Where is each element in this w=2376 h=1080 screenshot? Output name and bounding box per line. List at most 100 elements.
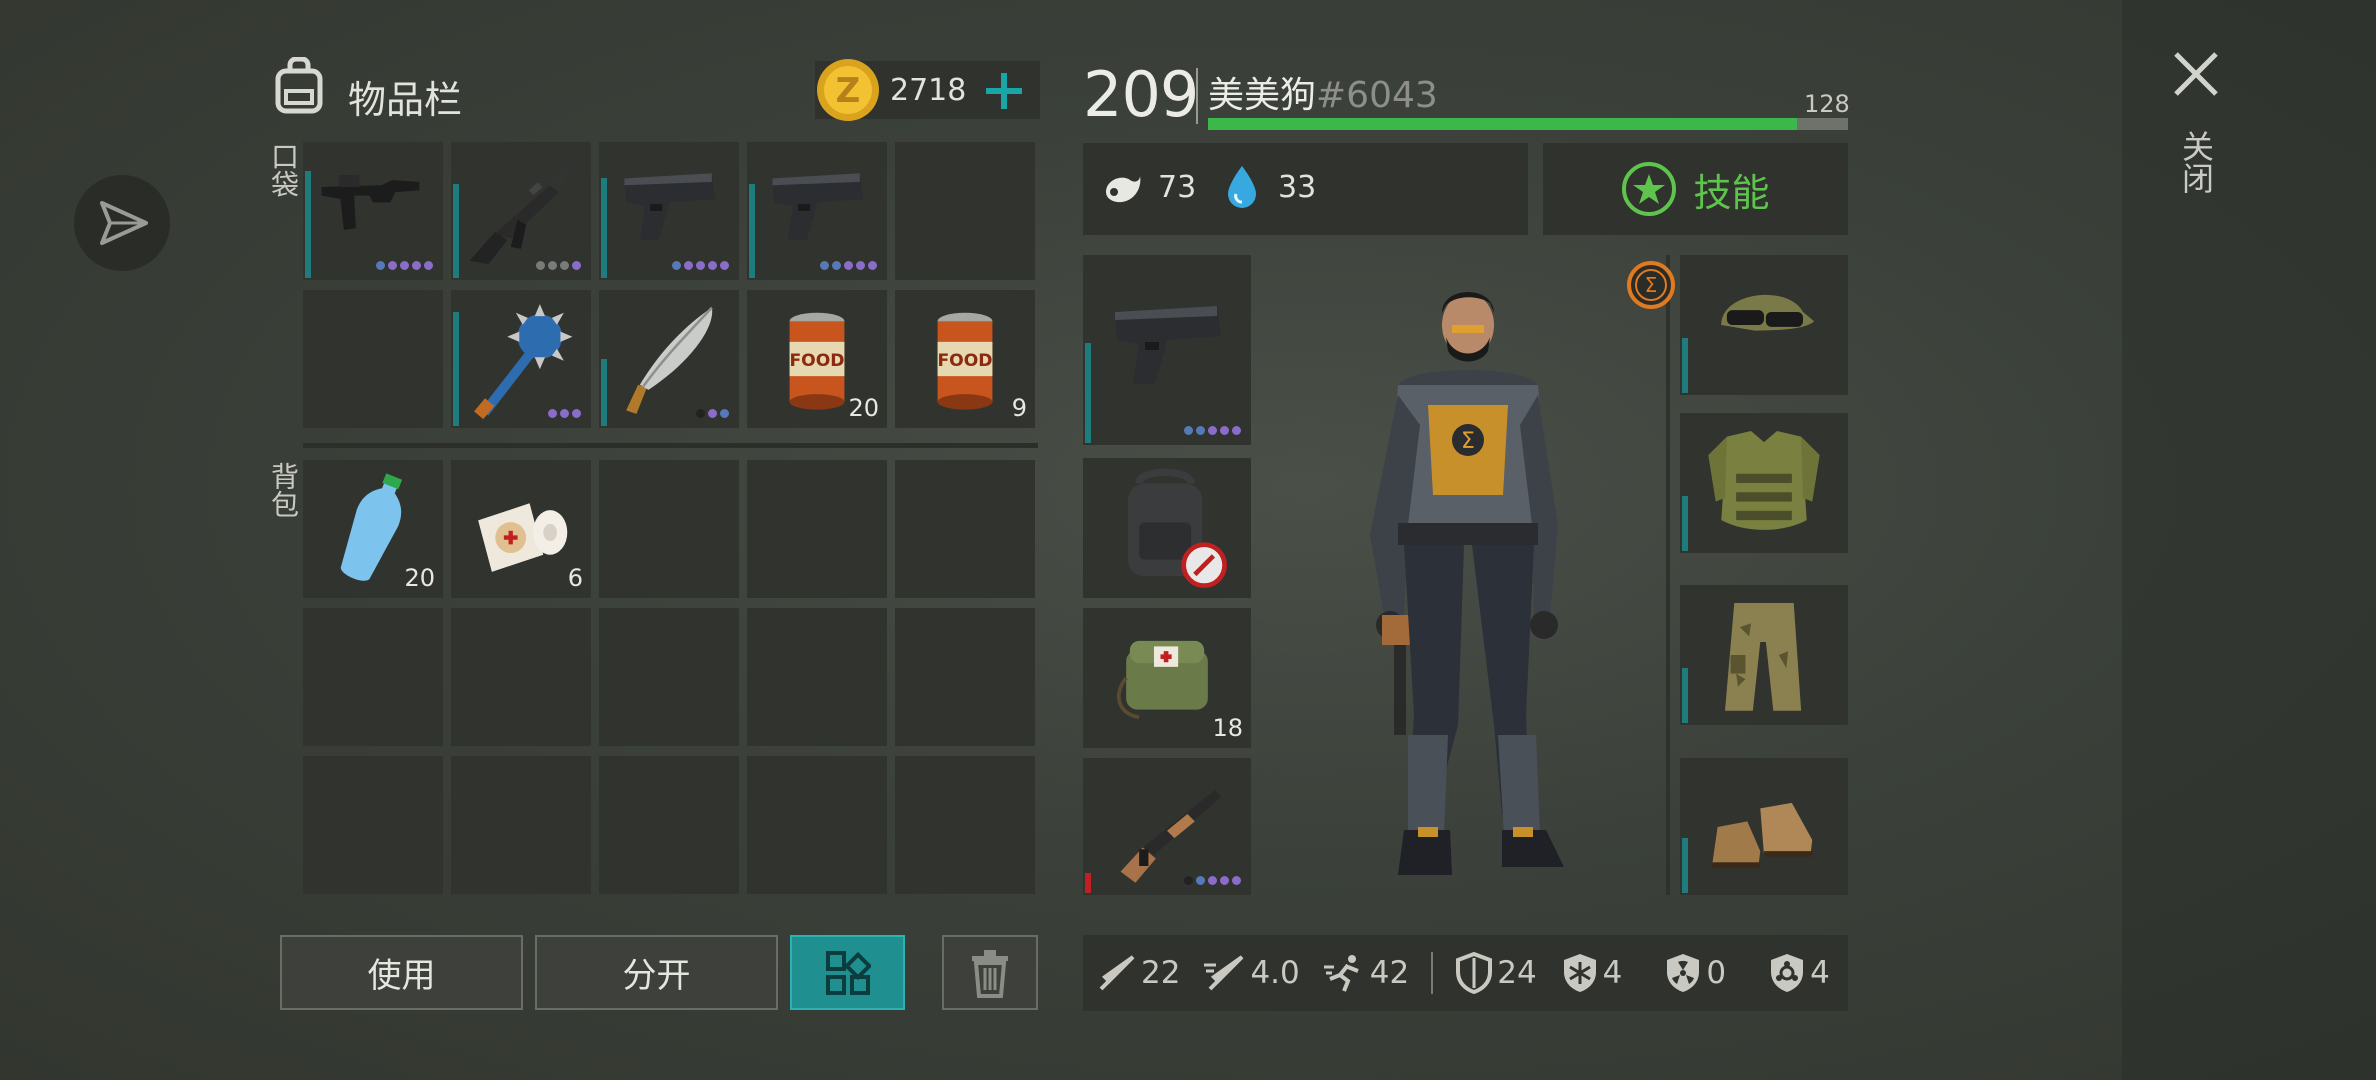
food-can-icon: FOOD [937, 312, 993, 410]
durability-bar [601, 177, 607, 278]
item-slot[interactable] [451, 290, 591, 428]
skills-button[interactable]: 技能 [1543, 143, 1848, 235]
uzi-icon [321, 175, 420, 230]
delete-button[interactable] [942, 935, 1038, 1010]
shield-icon [1456, 952, 1493, 994]
item-slot[interactable] [1083, 758, 1251, 895]
item-slot[interactable] [451, 142, 591, 280]
inventory-header: 物品栏 Z 2718 [270, 55, 1040, 125]
xp-value: 128 [1804, 90, 1850, 118]
empty-slot[interactable] [747, 608, 887, 746]
item-slot[interactable]: FOOD 9 [895, 290, 1035, 428]
biohazard-shield-icon [1771, 954, 1804, 992]
rarity-dots [672, 261, 729, 270]
empty-slot[interactable] [747, 460, 887, 598]
hunger-value: 73 [1158, 170, 1197, 205]
add-coins-button[interactable] [982, 69, 1026, 113]
section-divider [303, 443, 1038, 448]
svg-text:Σ: Σ [1645, 273, 1658, 297]
durability-bar [453, 184, 459, 278]
item-slot[interactable] [1680, 255, 1848, 395]
svg-text:FOOD: FOOD [789, 351, 844, 371]
armor-stat: 24 [1455, 952, 1537, 994]
melee-damage-value: 22 [1141, 955, 1181, 991]
pistol-icon [624, 173, 716, 241]
empty-slot[interactable] [747, 756, 887, 894]
empty-slot[interactable] [895, 460, 1035, 598]
use-button[interactable]: 使用 [280, 935, 523, 1010]
item-slot[interactable]: FOOD 20 [747, 290, 887, 428]
pockets-label: 口袋 [267, 142, 300, 198]
pistol-icon [1115, 306, 1221, 384]
share-button[interactable] [74, 175, 170, 271]
item-slot[interactable] [599, 290, 739, 428]
split-button[interactable]: 分开 [535, 935, 778, 1010]
durability-bar [601, 359, 607, 426]
attack-speed-value: 4.0 [1250, 955, 1300, 991]
empty-slot[interactable] [303, 290, 443, 428]
empty-slot[interactable] [451, 608, 591, 746]
slot-bar [1085, 343, 1091, 443]
empty-slot[interactable] [303, 756, 443, 894]
item-slot[interactable]: 20 [303, 460, 443, 598]
send-icon [100, 201, 148, 245]
hunger-icon [1106, 176, 1141, 203]
svg-text:Σ: Σ [1461, 429, 1475, 454]
empty-slot[interactable] [303, 608, 443, 746]
cap-goggles-icon [1721, 294, 1815, 331]
rarity-dots [696, 409, 729, 418]
item-slot[interactable] [1680, 758, 1848, 895]
pistol-icon [772, 173, 864, 241]
slot-bar [1085, 873, 1091, 893]
knife-icon [1099, 955, 1135, 991]
item-slot[interactable] [303, 142, 443, 280]
slot-bar [1682, 496, 1688, 551]
item-slot[interactable]: 6 [451, 460, 591, 598]
sigma-badge-icon: Σ [1627, 261, 1675, 309]
item-slot[interactable] [1083, 255, 1251, 445]
backpack-icon [1128, 468, 1227, 588]
empty-slot[interactable] [895, 608, 1035, 746]
skills-label: 技能 [1693, 170, 1770, 215]
item-slot[interactable] [1680, 413, 1848, 553]
move-speed-stat: 42 [1322, 953, 1409, 993]
item-slot[interactable]: 18 [1083, 608, 1251, 748]
close-icon[interactable] [2172, 50, 2220, 98]
item-count: 9 [1011, 394, 1027, 422]
durability-bar [305, 170, 311, 278]
close-label[interactable]: 关闭 [2177, 130, 2215, 194]
empty-slot[interactable] [599, 460, 739, 598]
trash-icon [972, 949, 1008, 998]
item-count: 18 [1212, 714, 1243, 742]
machete-icon [626, 306, 713, 414]
armor-value: 24 [1497, 955, 1537, 991]
empty-slot[interactable] [599, 608, 739, 746]
item-slot[interactable] [747, 142, 887, 280]
grid-view-button[interactable] [790, 935, 905, 1010]
slot-bar [1682, 668, 1688, 723]
stats-separator [1431, 952, 1434, 994]
move-speed-value: 42 [1369, 955, 1410, 991]
coin-icon: Z [817, 59, 879, 121]
rarity-dots [548, 409, 581, 418]
camo-pants-icon [1725, 603, 1802, 711]
empty-slot[interactable] [895, 142, 1035, 280]
slot-bar [1682, 838, 1688, 893]
survivor-character-icon: Σ [1370, 292, 1564, 875]
infection-resist-stat: 4 [1768, 952, 1830, 994]
radiation-resist-stat: 0 [1664, 952, 1726, 994]
xp-bar [1208, 118, 1848, 130]
item-slot[interactable] [1083, 458, 1251, 598]
empty-slot[interactable] [599, 756, 739, 894]
rarity-dots [1184, 876, 1241, 885]
melee-damage-stat: 22 [1097, 953, 1180, 993]
backpack-icon [275, 57, 323, 114]
grid-icon [825, 950, 871, 995]
rarity-dots [536, 261, 581, 270]
item-slot[interactable] [599, 142, 739, 280]
empty-slot[interactable] [895, 756, 1035, 894]
radiation-shield-icon [1667, 954, 1700, 992]
empty-slot[interactable] [451, 756, 591, 894]
item-slot[interactable] [1680, 585, 1848, 725]
armor-vest-icon [1708, 431, 1820, 530]
